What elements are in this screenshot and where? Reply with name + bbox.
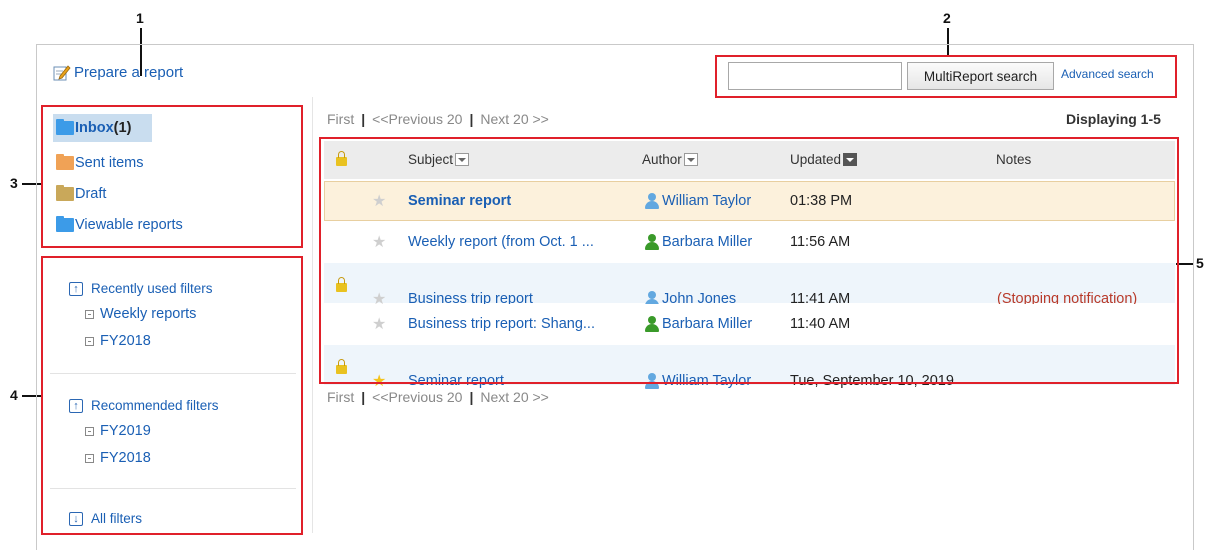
folder-blue-icon	[56, 216, 74, 232]
folder-viewable-reports-label: Viewable reports	[75, 217, 183, 233]
expand-icon	[85, 453, 94, 463]
folder-sent-items[interactable]: Sent items	[56, 154, 144, 171]
arrow-up-icon: ↑	[69, 398, 83, 413]
pager-first[interactable]: First	[327, 111, 354, 127]
recently-used-filters-toggle[interactable]: ↑ Recently used filters	[69, 281, 213, 296]
pager-separator: |	[469, 111, 474, 127]
filters-highlight	[41, 256, 303, 535]
search-input[interactable]	[728, 62, 902, 90]
pager-previous[interactable]: <<Previous 20	[372, 111, 462, 127]
report-list-highlight	[319, 137, 1179, 384]
filter-item[interactable]: FY2018	[85, 333, 151, 349]
advanced-search-link[interactable]: Advanced search	[1061, 67, 1154, 81]
filter-item[interactable]: FY2019	[85, 423, 151, 439]
folder-tan-icon	[56, 185, 74, 201]
callout-4: 4	[10, 387, 18, 403]
expand-icon	[85, 336, 94, 346]
folder-sent-items-label: Sent items	[75, 155, 144, 171]
folder-viewable-reports[interactable]: Viewable reports	[56, 216, 183, 233]
pager-separator: |	[361, 389, 366, 405]
multireport-search-button[interactable]: MultiReport search	[907, 62, 1054, 90]
displaying-count: Displaying 1-5	[1066, 111, 1161, 127]
filter-item[interactable]: FY2018	[85, 450, 151, 466]
pager-next[interactable]: Next 20 >>	[480, 111, 549, 127]
all-filters-toggle[interactable]: ↓ All filters	[69, 511, 142, 526]
pager-bottom: First | <<Previous 20 | Next 20 >>	[327, 389, 549, 405]
filter-item-label: Weekly reports	[100, 306, 197, 322]
recommended-filters-label: Recommended filters	[91, 398, 219, 413]
folder-inbox[interactable]: Inbox (1)	[56, 119, 132, 136]
pager-next[interactable]: Next 20 >>	[480, 389, 549, 405]
folder-inbox-count: (1)	[113, 120, 132, 136]
arrow-down-icon: ↓	[69, 511, 83, 526]
folder-inbox-label: Inbox	[75, 120, 114, 136]
folder-draft-label: Draft	[75, 186, 107, 202]
callout-5: 5	[1196, 255, 1204, 271]
filter-item[interactable]: Weekly reports	[85, 306, 196, 322]
all-filters-label: All filters	[91, 511, 143, 526]
pager-separator: |	[469, 389, 474, 405]
sidebar-divider	[312, 97, 313, 533]
pager-top: First | <<Previous 20 | Next 20 >>	[327, 111, 549, 127]
pager-first[interactable]: First	[327, 389, 354, 405]
filter-divider	[50, 488, 296, 489]
pager-previous[interactable]: <<Previous 20	[372, 389, 462, 405]
callout-3: 3	[10, 175, 18, 191]
folder-draft[interactable]: Draft	[56, 185, 107, 202]
filter-item-label: FY2018	[100, 333, 151, 349]
arrow-up-icon: ↑	[69, 281, 83, 296]
filter-item-label: FY2018	[100, 450, 151, 466]
recommended-filters-toggle[interactable]: ↑ Recommended filters	[69, 398, 219, 413]
prepare-report-label: Prepare a report	[74, 64, 184, 81]
filter-item-label: FY2019	[100, 423, 151, 439]
expand-icon	[85, 309, 94, 319]
callout-1: 1	[136, 10, 144, 26]
pencil-icon	[53, 64, 71, 81]
callout-2: 2	[943, 10, 951, 26]
folder-blue-icon	[56, 119, 74, 135]
filter-divider	[50, 373, 296, 374]
expand-icon	[85, 426, 94, 436]
folder-orange-icon	[56, 154, 74, 170]
prepare-report-link[interactable]: Prepare a report	[53, 64, 183, 81]
pager-separator: |	[361, 111, 366, 127]
recently-used-filters-label: Recently used filters	[91, 281, 213, 296]
